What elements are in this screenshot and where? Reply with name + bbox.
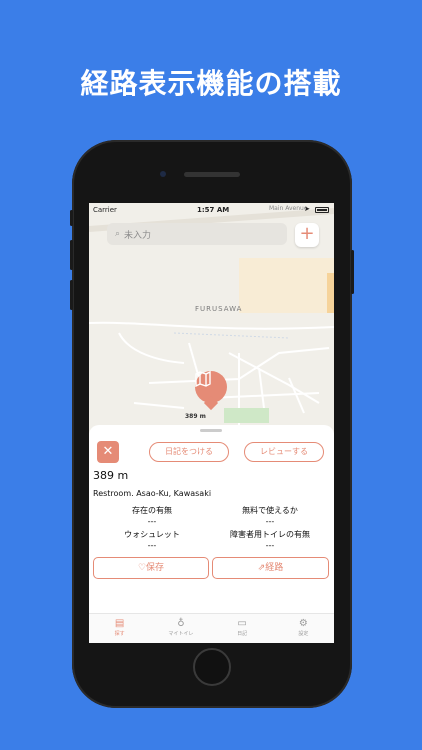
sheet-grabber[interactable] xyxy=(200,429,222,432)
attribute-washlet: ウォシュレット --- xyxy=(93,529,211,550)
volume-up-button xyxy=(70,240,73,270)
restroom-map-pin[interactable] xyxy=(195,371,227,403)
route-button[interactable]: ⇗経路 xyxy=(212,557,329,579)
tab-label: 設定 xyxy=(298,631,309,637)
attribute-label: 存在の有無 xyxy=(132,506,172,515)
tab-my-toilet[interactable]: ♁ マイトイレ xyxy=(150,614,211,643)
write-diary-button[interactable]: 日記をつける xyxy=(149,442,229,462)
attribute-label: 障害者用トイレの有無 xyxy=(230,530,310,539)
attribute-label: ウォシュレット xyxy=(124,530,180,539)
location-arrow-icon: ➤ xyxy=(304,205,310,213)
attribute-value: --- xyxy=(147,541,157,550)
tab-label: マイトイレ xyxy=(168,631,194,637)
volume-down-button xyxy=(70,280,73,310)
attribute-existence: 存在の有無 --- xyxy=(93,505,211,526)
tab-label: 日記 xyxy=(237,631,248,637)
restroom-detail-sheet: ✕ 日記をつける レビューする 389 m Restroom. Asao-Ku,… xyxy=(89,425,334,613)
tab-bar: ▤ 探す ♁ マイトイレ ▭ 日記 ⚙ 設定 xyxy=(89,613,334,643)
search-input[interactable]: ⌕ 未入力 xyxy=(107,223,287,245)
map-district-label: FURUSAWA xyxy=(195,305,243,313)
tab-search[interactable]: ▤ 探す xyxy=(89,614,150,643)
earpiece-speaker xyxy=(184,172,240,177)
app-screen: Main Avenue FURUSAWA 389 m Carrier 1:57 … xyxy=(89,203,334,643)
search-icon: ⌕ xyxy=(115,229,121,239)
close-button[interactable]: ✕ xyxy=(97,441,119,463)
clock: 1:57 AM xyxy=(197,206,230,214)
search-placeholder: 未入力 xyxy=(124,230,152,241)
map-icon xyxy=(195,371,211,387)
attribute-value: --- xyxy=(265,517,275,526)
diary-icon: ▭ xyxy=(237,618,247,629)
headline: 経路表示機能の搭載 xyxy=(80,67,342,100)
toilet-icon: ♁ xyxy=(177,618,185,629)
attribute-label: 無料で使えるか xyxy=(242,506,298,515)
carrier-label: Carrier xyxy=(93,206,117,214)
tab-label: 探す xyxy=(114,631,125,637)
save-button[interactable]: ♡保存 xyxy=(93,557,209,579)
attribute-value: --- xyxy=(147,517,157,526)
tab-settings[interactable]: ⚙ 設定 xyxy=(273,614,334,643)
attribute-free: 無料で使えるか --- xyxy=(211,505,329,526)
power-button xyxy=(351,250,354,294)
distance-label: 389 m xyxy=(93,469,129,482)
attribute-accessible: 障害者用トイレの有無 --- xyxy=(211,529,329,550)
tab-diary[interactable]: ▭ 日記 xyxy=(212,614,273,643)
map-icon: ▤ xyxy=(114,618,125,629)
mute-switch xyxy=(70,210,73,226)
home-button[interactable] xyxy=(193,648,231,686)
write-review-button[interactable]: レビューする xyxy=(244,442,324,462)
attribute-value: --- xyxy=(265,541,275,550)
front-camera xyxy=(160,171,166,177)
status-bar: Carrier 1:57 AM ➤ xyxy=(89,203,334,217)
add-button[interactable]: + xyxy=(295,223,319,247)
pin-distance-label: 389 m xyxy=(185,413,206,420)
gear-icon: ⚙ xyxy=(298,618,308,629)
place-name: Restroom. Asao-Ku, Kawasaki xyxy=(93,489,212,498)
battery-icon xyxy=(315,207,329,213)
